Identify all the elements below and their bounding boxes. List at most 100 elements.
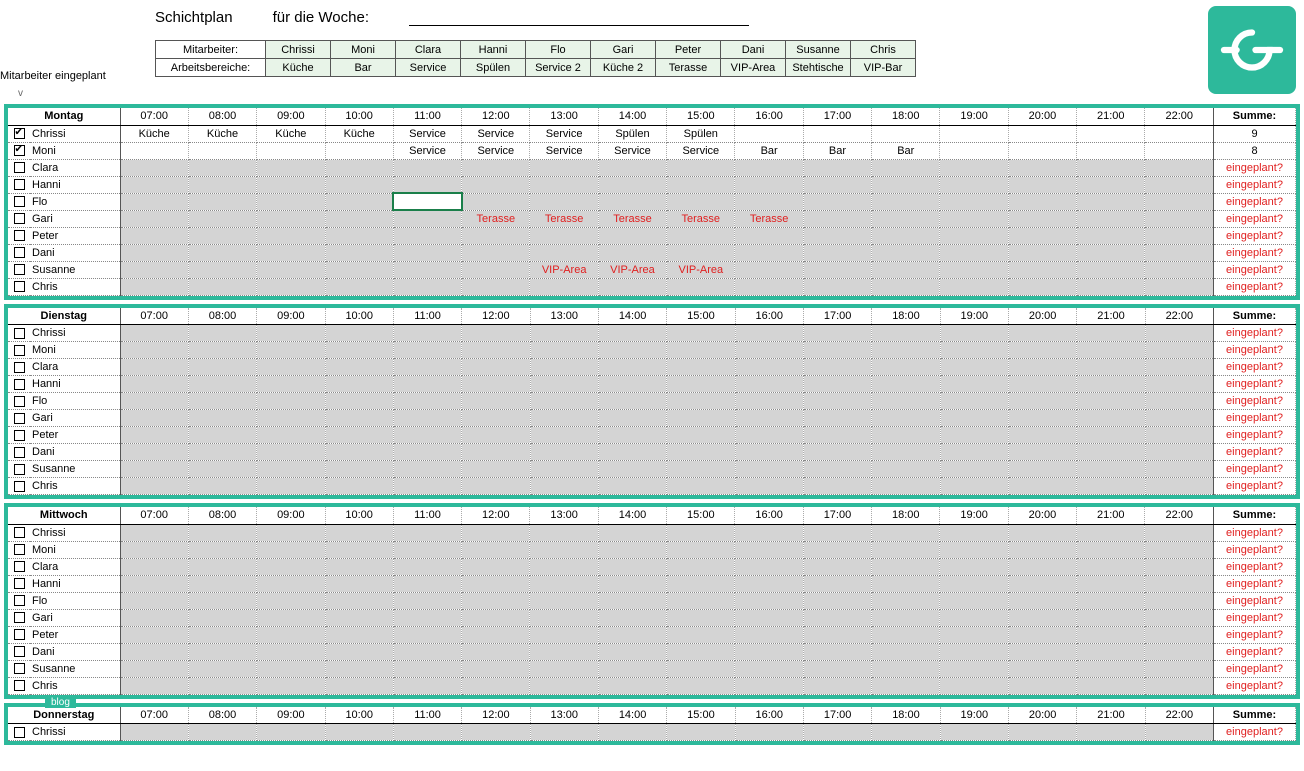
checkbox-chris[interactable] (14, 680, 25, 691)
schedule-cell[interactable] (393, 227, 461, 244)
schedule-cell[interactable] (1008, 376, 1076, 393)
schedule-cell[interactable] (393, 278, 461, 295)
schedule-cell[interactable] (735, 677, 803, 694)
schedule-cell[interactable] (188, 227, 256, 244)
schedule-cell[interactable] (872, 376, 940, 393)
schedule-cell[interactable] (667, 444, 735, 461)
schedule-cell[interactable] (598, 176, 666, 193)
schedule-cell[interactable] (940, 125, 1008, 142)
schedule-cell[interactable] (667, 227, 735, 244)
schedule-cell[interactable] (462, 478, 530, 495)
schedule-cell[interactable] (462, 393, 530, 410)
schedule-cell[interactable] (1077, 643, 1145, 660)
schedule-cell[interactable] (940, 541, 1008, 558)
schedule-cell[interactable] (393, 575, 461, 592)
schedule-cell[interactable] (393, 626, 461, 643)
schedule-cell[interactable] (1077, 325, 1145, 342)
schedule-cell[interactable] (325, 342, 393, 359)
schedule-cell[interactable] (530, 244, 598, 261)
schedule-cell[interactable] (188, 660, 256, 677)
schedule-cell[interactable] (325, 176, 393, 193)
schedule-cell[interactable] (1077, 125, 1145, 142)
schedule-cell[interactable] (393, 592, 461, 609)
schedule-cell[interactable] (257, 626, 325, 643)
checkbox-dani[interactable] (14, 447, 25, 458)
schedule-cell[interactable] (530, 592, 598, 609)
schedule-cell[interactable] (120, 660, 188, 677)
schedule-cell[interactable]: Terasse (462, 210, 530, 227)
schedule-cell[interactable] (393, 176, 461, 193)
schedule-cell[interactable] (1077, 626, 1145, 643)
schedule-cell[interactable] (667, 478, 735, 495)
schedule-cell[interactable] (257, 427, 325, 444)
schedule-cell[interactable] (257, 244, 325, 261)
schedule-cell[interactable] (1145, 592, 1214, 609)
schedule-cell[interactable] (940, 176, 1008, 193)
schedule-cell[interactable] (1008, 159, 1076, 176)
schedule-cell[interactable] (1145, 724, 1213, 741)
schedule-cell[interactable] (667, 176, 735, 193)
schedule-cell[interactable] (120, 227, 188, 244)
schedule-cell[interactable] (667, 626, 735, 643)
schedule-cell[interactable] (530, 159, 598, 176)
schedule-cell[interactable] (735, 176, 803, 193)
schedule-cell[interactable] (393, 660, 461, 677)
schedule-cell[interactable] (940, 575, 1008, 592)
schedule-cell[interactable] (803, 261, 871, 278)
schedule-cell[interactable] (530, 461, 598, 478)
schedule-cell[interactable] (120, 677, 188, 694)
schedule-cell[interactable] (188, 325, 256, 342)
schedule-cell[interactable] (598, 592, 666, 609)
schedule-cell[interactable] (940, 592, 1008, 609)
schedule-cell[interactable] (735, 244, 803, 261)
schedule-cell[interactable] (667, 410, 735, 427)
schedule-cell[interactable] (325, 261, 393, 278)
schedule-cell[interactable] (530, 393, 598, 410)
schedule-cell[interactable] (462, 541, 530, 558)
schedule-cell[interactable] (735, 478, 803, 495)
schedule-cell[interactable] (598, 524, 666, 541)
schedule-cell[interactable] (257, 142, 325, 159)
schedule-cell[interactable] (735, 278, 803, 295)
schedule-cell[interactable] (1008, 261, 1076, 278)
schedule-cell[interactable] (530, 427, 598, 444)
schedule-cell[interactable] (735, 427, 803, 444)
schedule-cell[interactable] (803, 575, 871, 592)
checkbox-susanne[interactable] (14, 264, 25, 275)
schedule-cell[interactable] (325, 359, 393, 376)
schedule-cell[interactable] (1145, 159, 1214, 176)
schedule-cell[interactable] (1077, 159, 1145, 176)
schedule-cell[interactable] (393, 558, 461, 575)
schedule-cell[interactable] (667, 325, 735, 342)
schedule-cell[interactable] (325, 244, 393, 261)
checkbox-moni[interactable] (14, 345, 25, 356)
schedule-cell[interactable] (120, 541, 188, 558)
schedule-cell[interactable] (1008, 592, 1076, 609)
schedule-cell[interactable] (530, 724, 598, 741)
schedule-cell[interactable] (803, 244, 871, 261)
schedule-cell[interactable] (1077, 193, 1145, 210)
checkbox-gari[interactable] (14, 213, 25, 224)
schedule-cell[interactable] (462, 159, 530, 176)
schedule-cell[interactable] (325, 541, 393, 558)
schedule-cell[interactable] (530, 325, 598, 342)
schedule-cell[interactable] (872, 159, 940, 176)
schedule-cell[interactable]: Service (530, 125, 598, 142)
schedule-cell[interactable] (257, 660, 325, 677)
schedule-cell[interactable] (872, 444, 940, 461)
schedule-cell[interactable] (462, 524, 530, 541)
schedule-cell[interactable] (1077, 660, 1145, 677)
schedule-cell[interactable] (1145, 444, 1213, 461)
schedule-cell[interactable] (257, 376, 325, 393)
schedule-cell[interactable] (598, 278, 666, 295)
schedule-cell[interactable] (257, 278, 325, 295)
schedule-cell[interactable] (393, 427, 461, 444)
schedule-cell[interactable] (1077, 478, 1145, 495)
schedule-cell[interactable] (1077, 278, 1145, 295)
schedule-cell[interactable] (462, 261, 530, 278)
schedule-cell[interactable] (803, 524, 871, 541)
schedule-cell[interactable] (462, 609, 530, 626)
schedule-cell[interactable] (462, 724, 530, 741)
schedule-cell[interactable] (667, 342, 735, 359)
schedule-cell[interactable] (598, 410, 666, 427)
